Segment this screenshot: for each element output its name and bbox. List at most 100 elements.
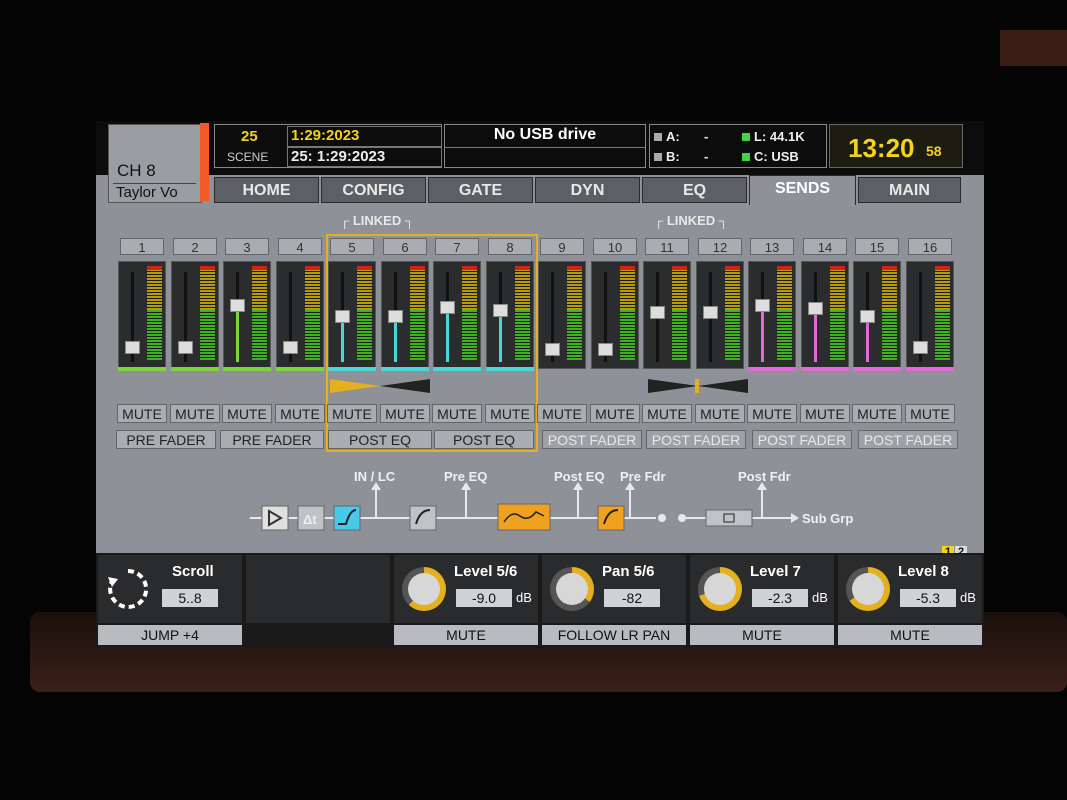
- mute-button-3[interactable]: MUTE: [222, 404, 272, 423]
- usb-status-box[interactable]: No USB drive: [444, 124, 646, 168]
- fader-cap[interactable]: [703, 306, 718, 319]
- level-5-6-knob-icon[interactable]: [402, 567, 446, 611]
- channel-number-1[interactable]: 1: [120, 238, 164, 255]
- status-a: A:: [654, 129, 680, 144]
- channel-number-4[interactable]: 4: [278, 238, 322, 255]
- level-meter: [935, 266, 950, 360]
- fader-cap[interactable]: [230, 299, 245, 312]
- mute-button-1[interactable]: MUTE: [117, 404, 167, 423]
- channel-number-11[interactable]: 11: [645, 238, 689, 255]
- fader-strip-2[interactable]: [171, 261, 219, 369]
- send-point-5-6[interactable]: POST EQ: [328, 430, 432, 449]
- status-b-value: -: [704, 149, 709, 164]
- mute-button-13[interactable]: MUTE: [747, 404, 797, 423]
- mute-7-button[interactable]: MUTE: [690, 625, 834, 645]
- send-point-3-4[interactable]: PRE FADER: [220, 430, 324, 449]
- mute-button-14[interactable]: MUTE: [800, 404, 850, 423]
- tab-config[interactable]: CONFIG: [321, 177, 426, 203]
- channel-number-10[interactable]: 10: [593, 238, 637, 255]
- delay-label: Δt: [303, 512, 317, 527]
- fader-strip-11[interactable]: [643, 261, 691, 369]
- meter-green: [725, 310, 740, 360]
- fader-strip-1[interactable]: [118, 261, 166, 369]
- level-8-knob-icon[interactable]: [846, 567, 890, 611]
- send-point-1-2[interactable]: PRE FADER: [116, 430, 216, 449]
- fader-strip-12[interactable]: [696, 261, 744, 369]
- tab-main[interactable]: MAIN: [858, 177, 961, 203]
- tab-dyn[interactable]: DYN: [535, 177, 640, 203]
- fader-cap[interactable]: [178, 341, 193, 354]
- channel-number-13[interactable]: 13: [750, 238, 794, 255]
- scroll-control[interactable]: Scroll 5..8: [98, 555, 242, 623]
- mixer-screen: CH 8 Taylor Vo 25 SCENE 1:29:2023 25: 1:…: [96, 121, 984, 647]
- channel-number-3[interactable]: 3: [225, 238, 269, 255]
- channel-number-16[interactable]: 16: [908, 238, 952, 255]
- mute-button-10[interactable]: MUTE: [590, 404, 640, 423]
- send-point-9-10[interactable]: POST FADER: [542, 430, 642, 449]
- tab-sends[interactable]: SENDS: [749, 175, 856, 205]
- fader-strip-14[interactable]: [801, 261, 849, 369]
- fader-cap[interactable]: [913, 341, 928, 354]
- mute-button-7[interactable]: MUTE: [432, 404, 482, 423]
- fader-strip-16[interactable]: [906, 261, 954, 369]
- scene-box[interactable]: 25 SCENE 1:29:2023 25: 1:29:2023: [214, 124, 442, 168]
- channel-number-15[interactable]: 15: [855, 238, 899, 255]
- tab-eq[interactable]: EQ: [642, 177, 747, 203]
- fader-strip-13[interactable]: [748, 261, 796, 369]
- fader-cap[interactable]: [755, 299, 770, 312]
- level-7-control[interactable]: Level 7 -2.3 dB: [690, 555, 834, 623]
- mute-5-6-button[interactable]: MUTE: [394, 625, 538, 645]
- mute-button-16[interactable]: MUTE: [905, 404, 955, 423]
- channel-number-9[interactable]: 9: [540, 238, 584, 255]
- knob-face: [556, 573, 588, 605]
- pan-5-6-control[interactable]: Pan 5/6 -82: [542, 555, 686, 623]
- fader-cap[interactable]: [860, 310, 875, 323]
- fader-strip-15[interactable]: [853, 261, 901, 369]
- tab-gate[interactable]: GATE: [428, 177, 533, 203]
- mute-button-5[interactable]: MUTE: [327, 404, 377, 423]
- fader-strip-4[interactable]: [276, 261, 324, 369]
- channel-number-2[interactable]: 2: [173, 238, 217, 255]
- fader-cap[interactable]: [598, 343, 613, 356]
- level-7-knob-icon[interactable]: [698, 567, 742, 611]
- mute-8-button[interactable]: MUTE: [838, 625, 982, 645]
- level-8-control[interactable]: Level 8 -5.3 dB: [838, 555, 982, 623]
- fader-cap[interactable]: [125, 341, 140, 354]
- status-b-label: B:: [666, 149, 680, 164]
- mute-button-4[interactable]: MUTE: [275, 404, 325, 423]
- channel-color-line: [906, 367, 954, 371]
- fader-strip-9[interactable]: [538, 261, 586, 369]
- fader-cap[interactable]: [545, 343, 560, 356]
- fader-cap[interactable]: [650, 306, 665, 319]
- channel-box[interactable]: CH 8 Taylor Vo: [108, 124, 202, 203]
- knob-face: [704, 573, 736, 605]
- knob-face: [408, 573, 440, 605]
- tab-home[interactable]: HOME: [214, 177, 319, 203]
- pan-5-6-knob-icon[interactable]: [550, 567, 594, 611]
- mute-button-15[interactable]: MUTE: [852, 404, 902, 423]
- meter-peak: [882, 266, 897, 270]
- channel-number-14[interactable]: 14: [803, 238, 847, 255]
- jump-button[interactable]: JUMP +4: [98, 625, 242, 645]
- send-point-11-12[interactable]: POST FADER: [646, 430, 746, 449]
- mute-button-6[interactable]: MUTE: [380, 404, 430, 423]
- send-point-7-8[interactable]: POST EQ: [434, 430, 534, 449]
- mute-button-2[interactable]: MUTE: [170, 404, 220, 423]
- send-point-13-14[interactable]: POST FADER: [752, 430, 852, 449]
- mute-button-12[interactable]: MUTE: [695, 404, 745, 423]
- mute-button-11[interactable]: MUTE: [642, 404, 692, 423]
- level-5-6-control[interactable]: Level 5/6 -9.0 dB: [394, 555, 538, 623]
- fader-strip-10[interactable]: [591, 261, 639, 369]
- mute-button-9[interactable]: MUTE: [537, 404, 587, 423]
- status-a-value: -: [704, 129, 709, 144]
- channel-color-line: [223, 367, 271, 371]
- follow-lr-pan-button[interactable]: FOLLOW LR PAN: [542, 625, 686, 645]
- channel-color-line: [171, 367, 219, 371]
- fader-cap[interactable]: [808, 302, 823, 315]
- level-8-unit: dB: [960, 590, 976, 605]
- fader-cap[interactable]: [283, 341, 298, 354]
- fader-strip-3[interactable]: [223, 261, 271, 369]
- mute-button-8[interactable]: MUTE: [485, 404, 535, 423]
- send-point-15-16[interactable]: POST FADER: [858, 430, 958, 449]
- channel-number-12[interactable]: 12: [698, 238, 742, 255]
